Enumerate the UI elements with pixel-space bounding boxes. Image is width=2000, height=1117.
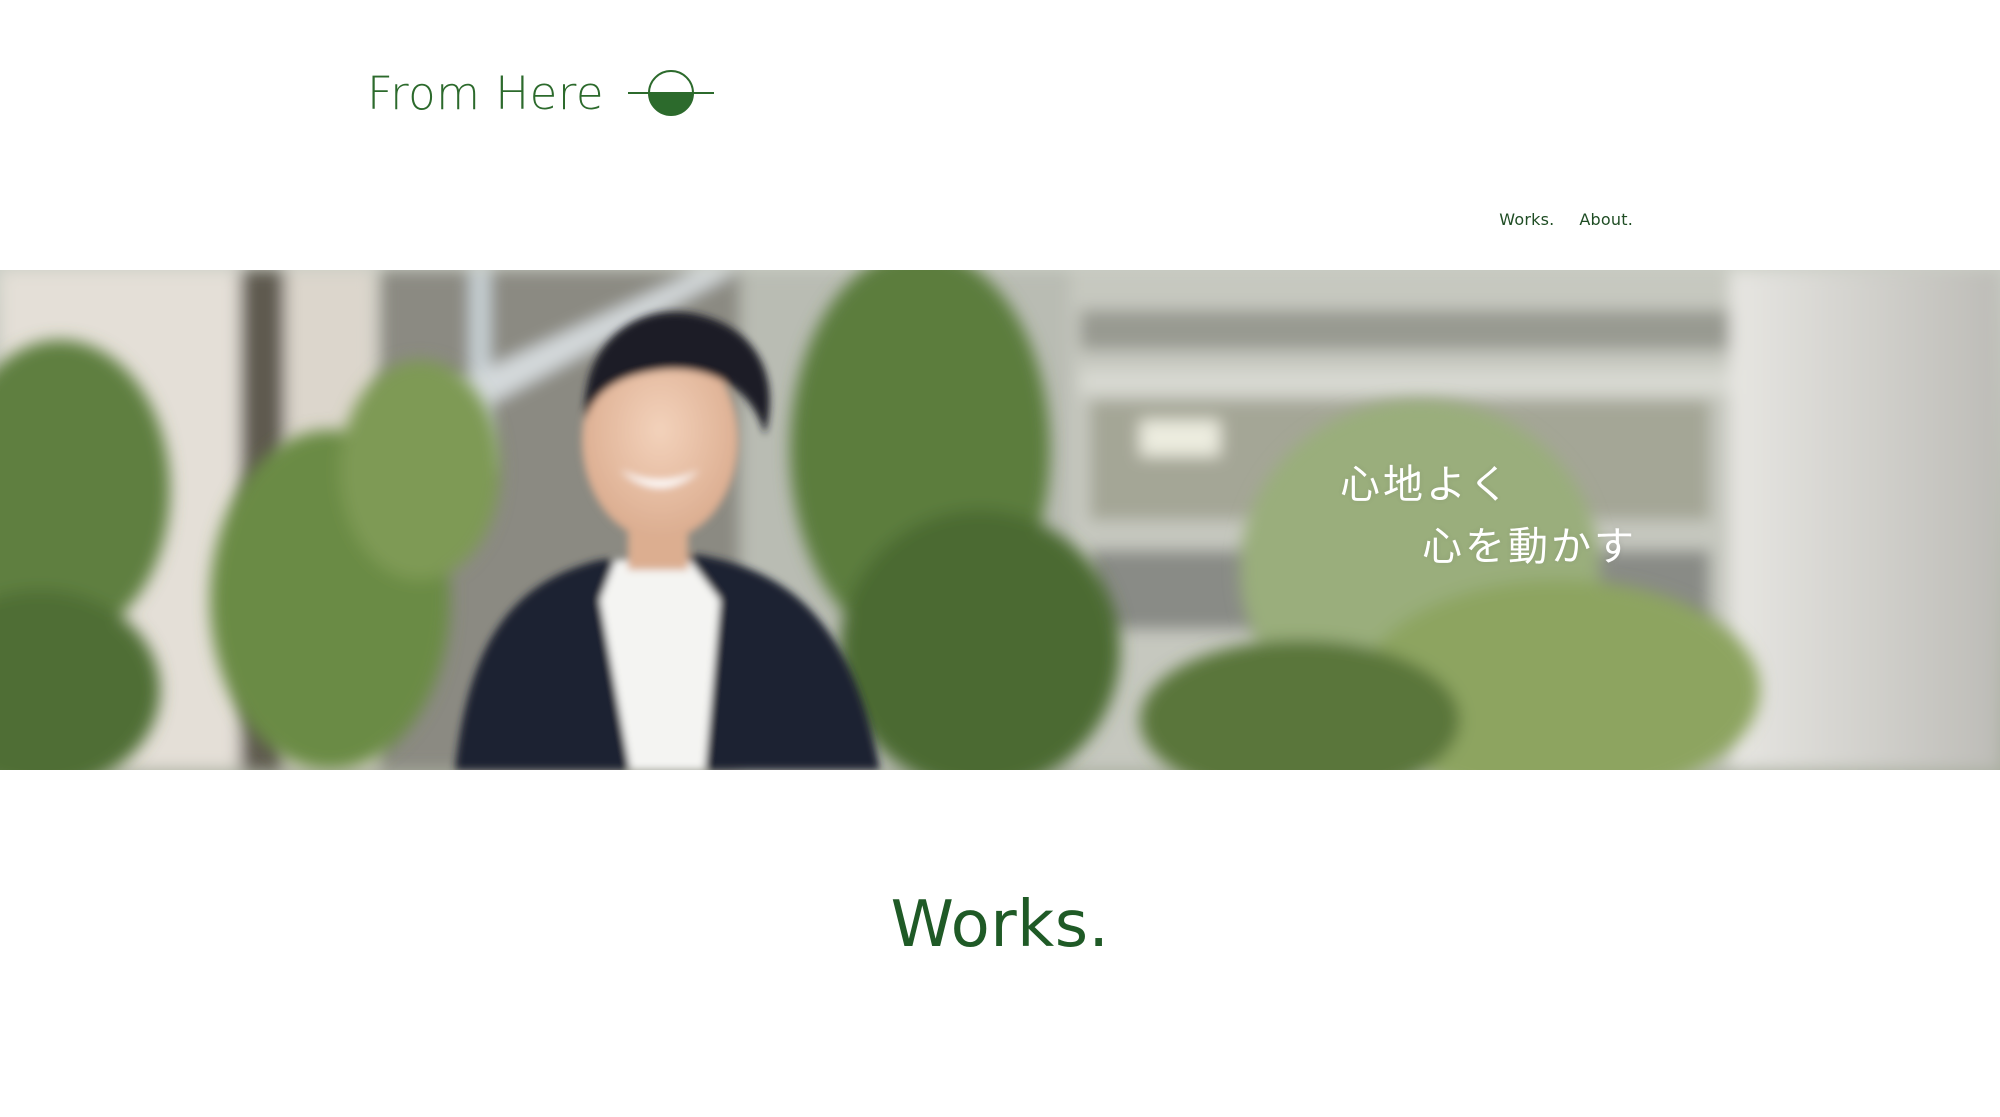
hero-tagline-line1: 心地よく: [1340, 462, 1512, 508]
half-filled-circle-horizon-icon: [628, 70, 715, 116]
hero-photo: [0, 270, 2000, 770]
page: From Here Works. About. 心地よく 心を動かす Works…: [0, 0, 2000, 1117]
nav-link-about[interactable]: About.: [1579, 210, 1633, 229]
hero-tagline-line2: 心を動かす: [1422, 524, 1637, 570]
nav-link-works[interactable]: Works.: [1499, 210, 1554, 229]
site-logo-text: From Here: [367, 66, 605, 120]
site-logo-link[interactable]: From Here: [367, 66, 715, 120]
hero-banner: 心地よく 心を動かす: [0, 270, 2000, 770]
hero-tagline: 心地よく 心を動かす: [1340, 465, 1637, 567]
main-nav: Works. About.: [1499, 210, 1633, 229]
works-section-heading: Works.: [890, 888, 1110, 962]
